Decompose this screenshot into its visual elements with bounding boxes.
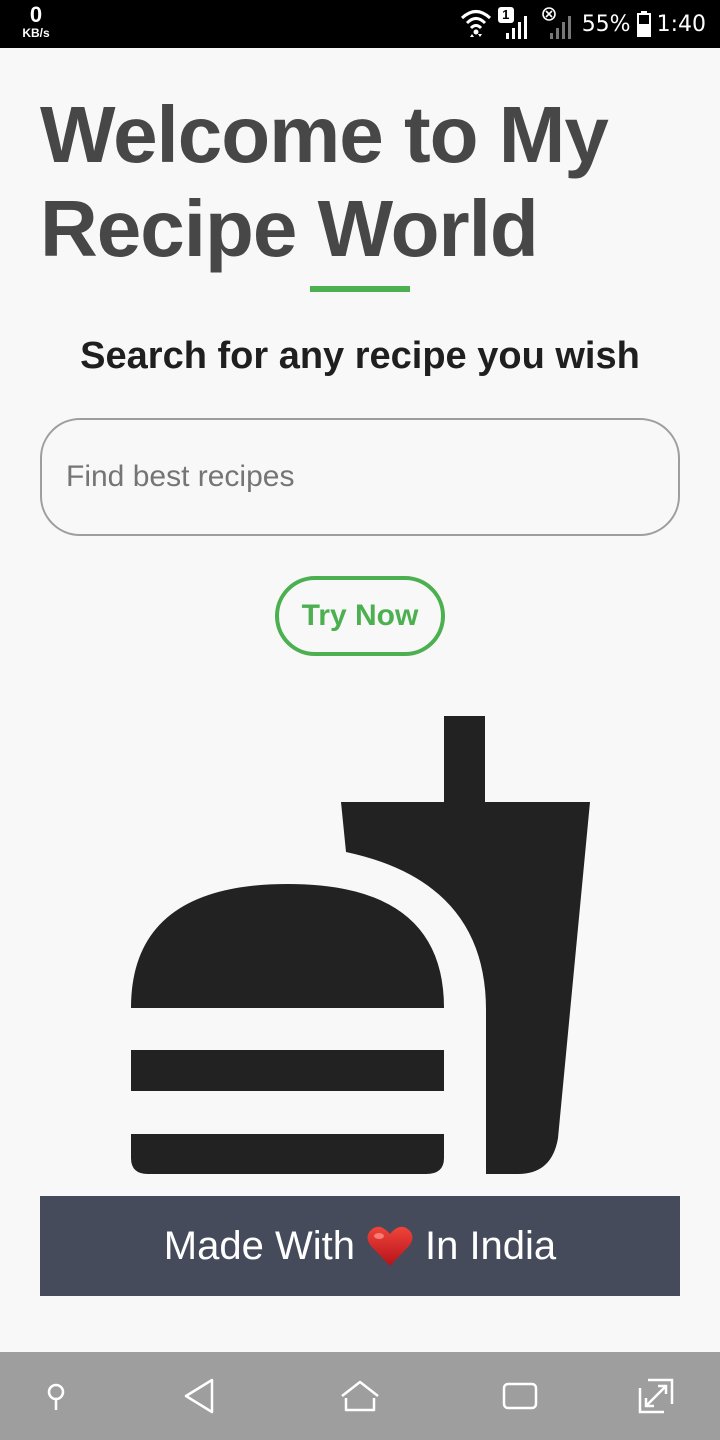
sim1-signal: 1 [497, 7, 536, 41]
wifi-icon [460, 10, 491, 37]
page-title: Welcome to My Recipe World [40, 90, 609, 273]
recents-icon [502, 1382, 538, 1410]
fastfood-icon [131, 716, 590, 1174]
status-bar: 0 KB/s 1 55% 1:40 [0, 0, 720, 48]
status-icons: 1 55% 1:40 [460, 0, 706, 48]
battery-icon [636, 11, 651, 37]
home-icon [341, 1380, 379, 1412]
network-speed: 0 KB/s [14, 2, 58, 40]
footer-text-before: Made With [163, 1223, 355, 1268]
home-button[interactable] [336, 1372, 384, 1420]
pin-icon [47, 1383, 65, 1410]
page-subtitle: Search for any recipe you wish [80, 335, 640, 377]
no-sim-signal-icon [541, 7, 571, 39]
expand-icon [638, 1378, 674, 1414]
recents-button[interactable] [496, 1372, 544, 1420]
network-speed-unit: KB/s [22, 26, 50, 40]
navigation-bar [0, 1352, 720, 1440]
network-speed-value: 0 [29, 2, 43, 27]
battery-percent: 55% [581, 11, 631, 37]
pin-button[interactable] [32, 1372, 80, 1420]
title-underline [310, 286, 410, 292]
signal-icon [505, 16, 527, 39]
footer-text-after: In India [424, 1223, 557, 1268]
clock: 1:40 [656, 11, 706, 37]
heart-icon [367, 1226, 413, 1266]
try-now-button[interactable]: Try Now [275, 576, 445, 656]
footer-banner: Made With In India [40, 1196, 680, 1296]
back-button[interactable] [176, 1372, 224, 1420]
search-input[interactable] [40, 418, 680, 536]
expand-button[interactable] [632, 1372, 680, 1420]
back-icon [184, 1378, 214, 1414]
